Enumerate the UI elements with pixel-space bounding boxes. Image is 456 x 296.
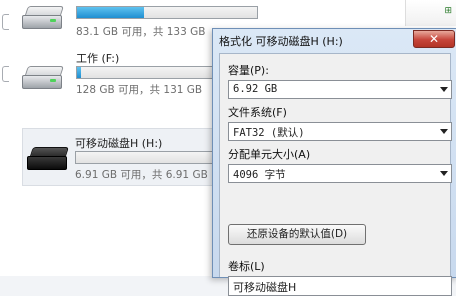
usage-bar-fill	[77, 67, 81, 78]
close-button[interactable]: ✕	[413, 30, 455, 48]
corner-glyph: ⊞	[444, 6, 452, 16]
dialog-body: 容量(P): 6.92 GB 文件系统(F) FAT32 (默认) 分配单元大小…	[219, 53, 452, 296]
drive-space-info: 128 GB 可用，共 131 GB	[76, 84, 203, 96]
volume-label-value: 可移动磁盘H	[233, 281, 297, 294]
capacity-value: 6.92 GB	[233, 83, 278, 95]
filesystem-value: FAT32 (默认)	[233, 127, 305, 139]
allocation-label: 分配单元大小(A)	[228, 148, 311, 161]
window-corner: ⊞	[405, 0, 456, 26]
allocation-select[interactable]: 4096 字节	[228, 164, 452, 183]
drive-name: 可移动磁盘H (H:)	[75, 137, 163, 150]
capacity-select[interactable]: 6.92 GB	[228, 80, 452, 99]
chevron-down-icon	[440, 129, 448, 134]
top-right-strip: ⊞	[344, 0, 456, 30]
expand-handle	[2, 66, 9, 82]
expand-handle	[2, 14, 9, 30]
hard-disk-icon	[22, 66, 64, 90]
filesystem-select[interactable]: FAT32 (默认)	[228, 122, 452, 141]
restore-defaults-button[interactable]: 还原设备的默认值(D)	[228, 224, 366, 245]
volume-label-input[interactable]: 可移动磁盘H	[228, 276, 452, 296]
volume-label-label: 卷标(L)	[228, 260, 265, 273]
drive-space-info: 83.1 GB 可用，共 133 GB	[76, 26, 206, 38]
usage-bar-fill	[77, 7, 144, 18]
usage-bar	[76, 6, 258, 19]
usb-drive-icon	[27, 147, 69, 171]
allocation-value: 4096 字节	[233, 169, 286, 181]
hard-disk-icon	[22, 6, 64, 30]
format-dialog: 格式化 可移动磁盘H (H:) ✕ 容量(P): 6.92 GB 文件系统(F)…	[212, 28, 456, 296]
filesystem-label: 文件系统(F)	[228, 106, 287, 119]
dialog-title: 格式化 可移动磁盘H (H:)	[219, 35, 343, 48]
drive-space-info: 6.91 GB 可用，共 6.91 GB	[75, 169, 208, 181]
chevron-down-icon	[440, 87, 448, 92]
chevron-down-icon	[440, 171, 448, 176]
capacity-label: 容量(P):	[228, 64, 269, 77]
drive-name: 工作 (F:)	[76, 52, 120, 65]
